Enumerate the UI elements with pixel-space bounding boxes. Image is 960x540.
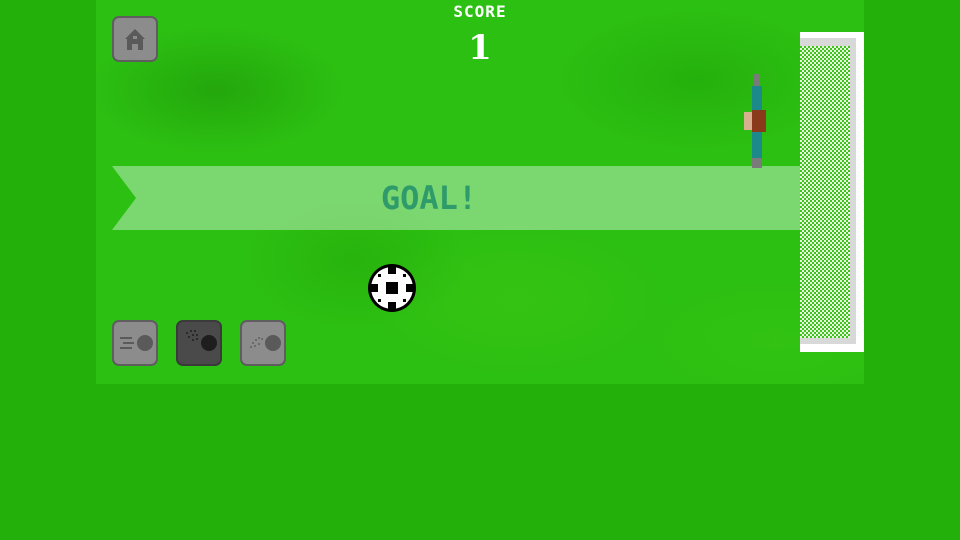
- goalkeeper: [744, 74, 770, 168]
- curve-shot-button[interactable]: [176, 320, 222, 366]
- goal-net: [800, 32, 864, 352]
- soccer-ball: [367, 263, 417, 313]
- goal-banner: GOAL!: [112, 166, 846, 230]
- lob-shot-button[interactable]: [240, 320, 286, 366]
- straight-shot-button[interactable]: [112, 320, 158, 366]
- home-button[interactable]: [112, 16, 158, 62]
- game-stage: SCORE 1 GOAL!: [0, 0, 960, 540]
- goal-text: GOAL!: [380, 179, 478, 217]
